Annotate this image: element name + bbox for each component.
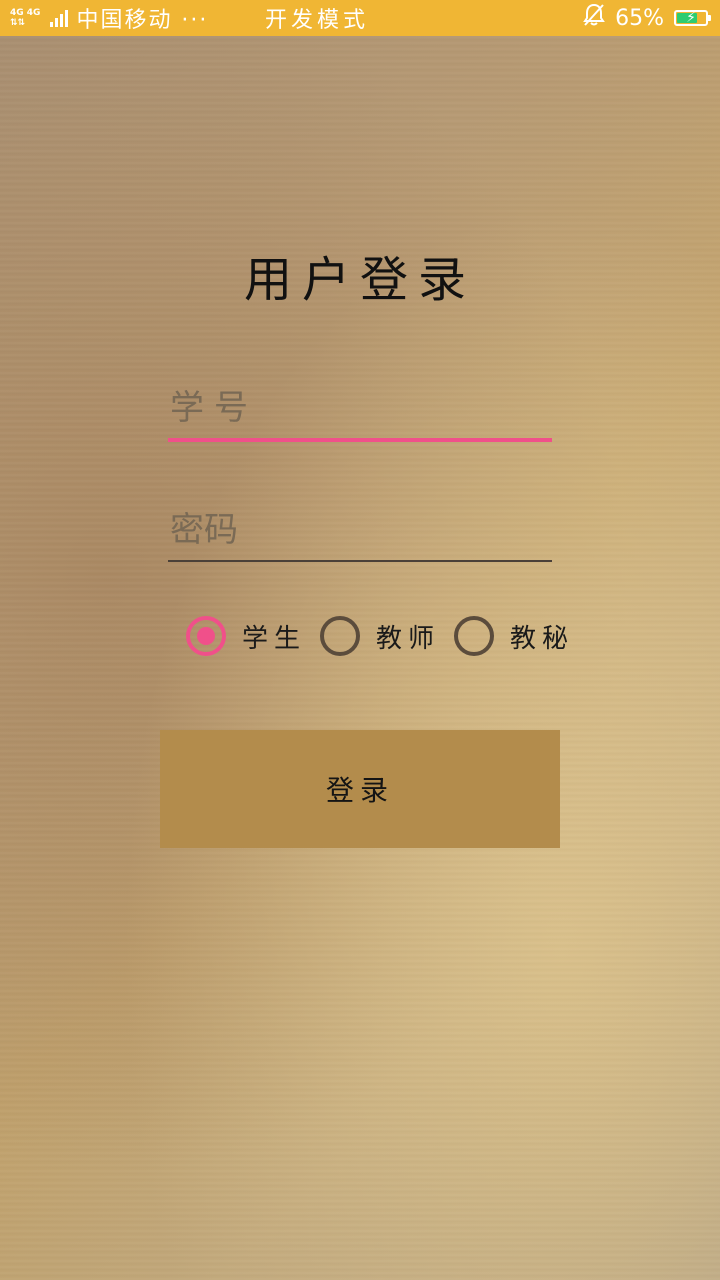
password-field [168, 500, 552, 562]
login-button[interactable]: 登录 [160, 730, 560, 848]
battery-icon: ⚡ [674, 10, 711, 26]
password-underline [168, 560, 552, 562]
network-label: 4G 4G [10, 8, 41, 18]
network-type: 4G 4G ⇅⇅ [10, 8, 40, 28]
carrier-name: 中国移动 ··· [76, 8, 209, 33]
data-activity-icon: ⇅⇅ [10, 18, 26, 28]
role-label: 教师 [376, 623, 441, 654]
role-label: 学生 [242, 623, 307, 654]
role-option-student[interactable]: 学生 [186, 616, 320, 656]
student-id-input[interactable] [168, 378, 552, 438]
role-option-secretary[interactable]: 教秘 [454, 616, 588, 656]
username-underline [168, 438, 552, 442]
role-option-teacher[interactable]: 教师 [320, 616, 454, 656]
username-field [168, 378, 552, 442]
developer-mode-indicator: 开发模式 [265, 8, 370, 33]
mute-bell-icon [583, 3, 605, 33]
radio-button[interactable] [454, 616, 495, 656]
role-label: 教秘 [510, 623, 575, 654]
battery-percent: 65% [615, 5, 664, 31]
signal-strength-icon [50, 9, 69, 27]
radio-button[interactable] [320, 616, 361, 656]
charging-bolt-icon: ⚡ [686, 10, 696, 26]
status-left: 4G 4G ⇅⇅ 中国移动 ··· [10, 2, 208, 34]
page-title: 用户登录 [243, 252, 476, 308]
status-right: 65% ⚡ [583, 0, 711, 36]
status-bar: 4G 4G ⇅⇅ 中国移动 ··· 开发模式 65% ⚡ [0, 0, 720, 36]
role-radio-group: 学生 教师 教秘 [186, 616, 588, 656]
radio-button[interactable] [186, 616, 226, 656]
password-input[interactable] [168, 500, 552, 560]
